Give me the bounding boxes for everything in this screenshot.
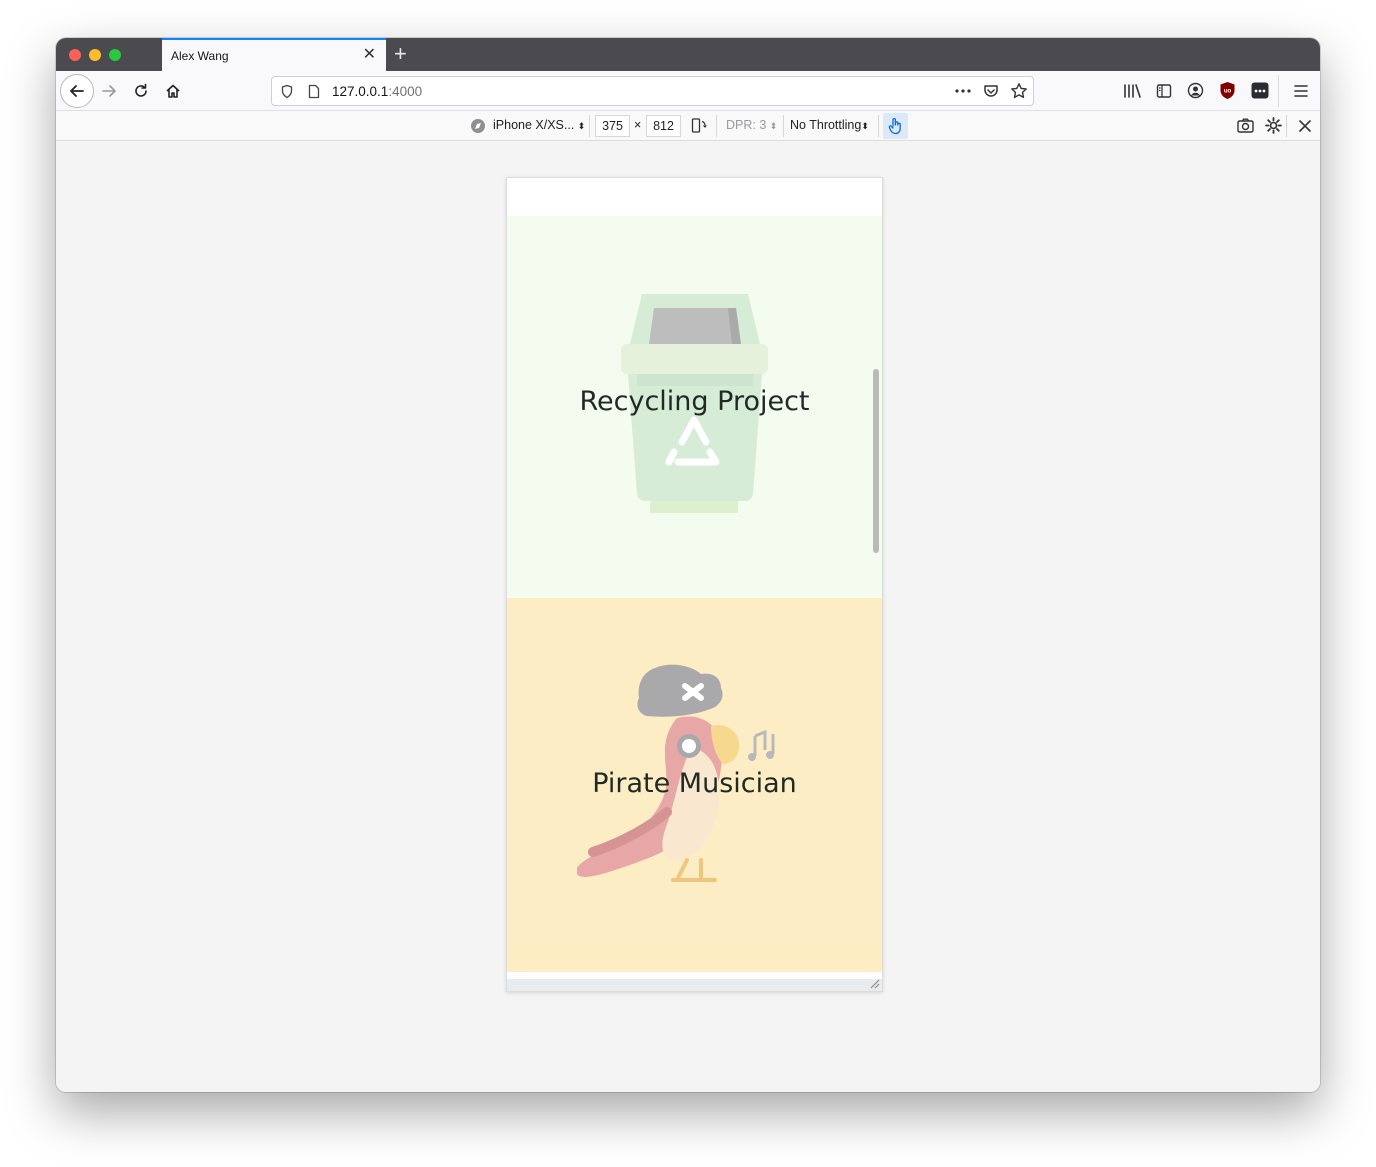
tab-close-icon[interactable]: ✕	[363, 46, 376, 64]
home-button[interactable]	[157, 75, 189, 107]
responsive-design-toolbar: iPhone X/XS... ⬍ 375 × 812 DPR: 3 ⬍ No T…	[56, 111, 1320, 141]
width-input[interactable]: 375	[595, 115, 630, 137]
arrow-right-icon	[102, 85, 116, 97]
new-tab-button[interactable]: +	[394, 42, 407, 66]
url-text: 127.0.0.1:4000	[332, 84, 423, 99]
pocket-icon[interactable]	[983, 83, 999, 99]
scrollbar[interactable]	[873, 369, 879, 553]
screenshot-camera-icon[interactable]	[1237, 118, 1254, 133]
toolbar-divider	[1278, 75, 1279, 107]
card-title: Recycling Project	[579, 386, 810, 417]
device-globe-icon	[471, 119, 485, 133]
dpr-selector[interactable]: DPR: 3 ⬍	[726, 118, 777, 132]
forward-button[interactable]	[93, 75, 125, 107]
hamburger-menu-icon[interactable]	[1293, 84, 1309, 98]
separator	[716, 115, 717, 137]
height-input[interactable]: 812	[646, 115, 681, 137]
separator	[589, 115, 590, 137]
navigation-toolbar: 127.0.0.1:4000 uo	[56, 71, 1320, 111]
more-options-icon[interactable]	[955, 89, 971, 93]
separator	[878, 115, 879, 137]
tab-active[interactable]: Alex Wang ✕	[162, 38, 386, 71]
library-icon[interactable]	[1123, 83, 1141, 99]
reload-button[interactable]	[125, 75, 157, 107]
minimize-window-button[interactable]	[89, 49, 101, 61]
throttling-selector[interactable]: No Throttling⬍	[790, 118, 869, 132]
account-icon[interactable]	[1187, 82, 1204, 99]
sidebar-icon[interactable]	[1156, 83, 1172, 99]
project-card-recycling[interactable]: Recycling Project	[507, 216, 882, 598]
viewport-area: Recycling Project Pirate Musician	[56, 141, 1320, 1092]
browser-window: Alex Wang ✕ + 127.0.0.1:4000 uo iPhone X…	[56, 38, 1320, 1092]
zoom-window-button[interactable]	[109, 49, 121, 61]
separator	[1286, 115, 1287, 137]
page-icon	[308, 84, 320, 99]
touch-hand-icon	[888, 118, 901, 135]
address-bar[interactable]: 127.0.0.1:4000	[271, 76, 1034, 106]
ublock-icon[interactable]: uo	[1219, 81, 1236, 100]
dimension-separator: ×	[634, 118, 642, 132]
rotate-device-icon[interactable]	[691, 117, 707, 134]
project-card-pirate[interactable]: Pirate Musician	[507, 598, 882, 972]
resize-handle-icon[interactable]	[868, 977, 880, 989]
close-window-button[interactable]	[69, 49, 81, 61]
tab-title: Alex Wang	[171, 49, 229, 63]
shield-icon	[281, 84, 293, 99]
title-bar: Alex Wang ✕ +	[56, 38, 1320, 71]
extension-icon[interactable]	[1251, 82, 1269, 99]
bottom-strip	[507, 979, 882, 991]
reload-icon	[135, 83, 147, 97]
settings-gear-icon[interactable]	[1265, 117, 1282, 134]
star-icon[interactable]	[1010, 82, 1028, 100]
close-rdm-icon[interactable]	[1299, 120, 1311, 132]
back-button[interactable]	[60, 74, 94, 108]
card-title: Pirate Musician	[592, 768, 797, 799]
device-viewport: Recycling Project Pirate Musician	[506, 177, 883, 992]
touch-simulation-button[interactable]	[883, 113, 908, 139]
separator	[783, 115, 784, 137]
svg-text:uo: uo	[1224, 89, 1232, 95]
device-selector[interactable]: iPhone X/XS... ⬍	[493, 118, 585, 132]
arrow-left-icon	[70, 85, 84, 97]
home-icon	[166, 84, 180, 98]
